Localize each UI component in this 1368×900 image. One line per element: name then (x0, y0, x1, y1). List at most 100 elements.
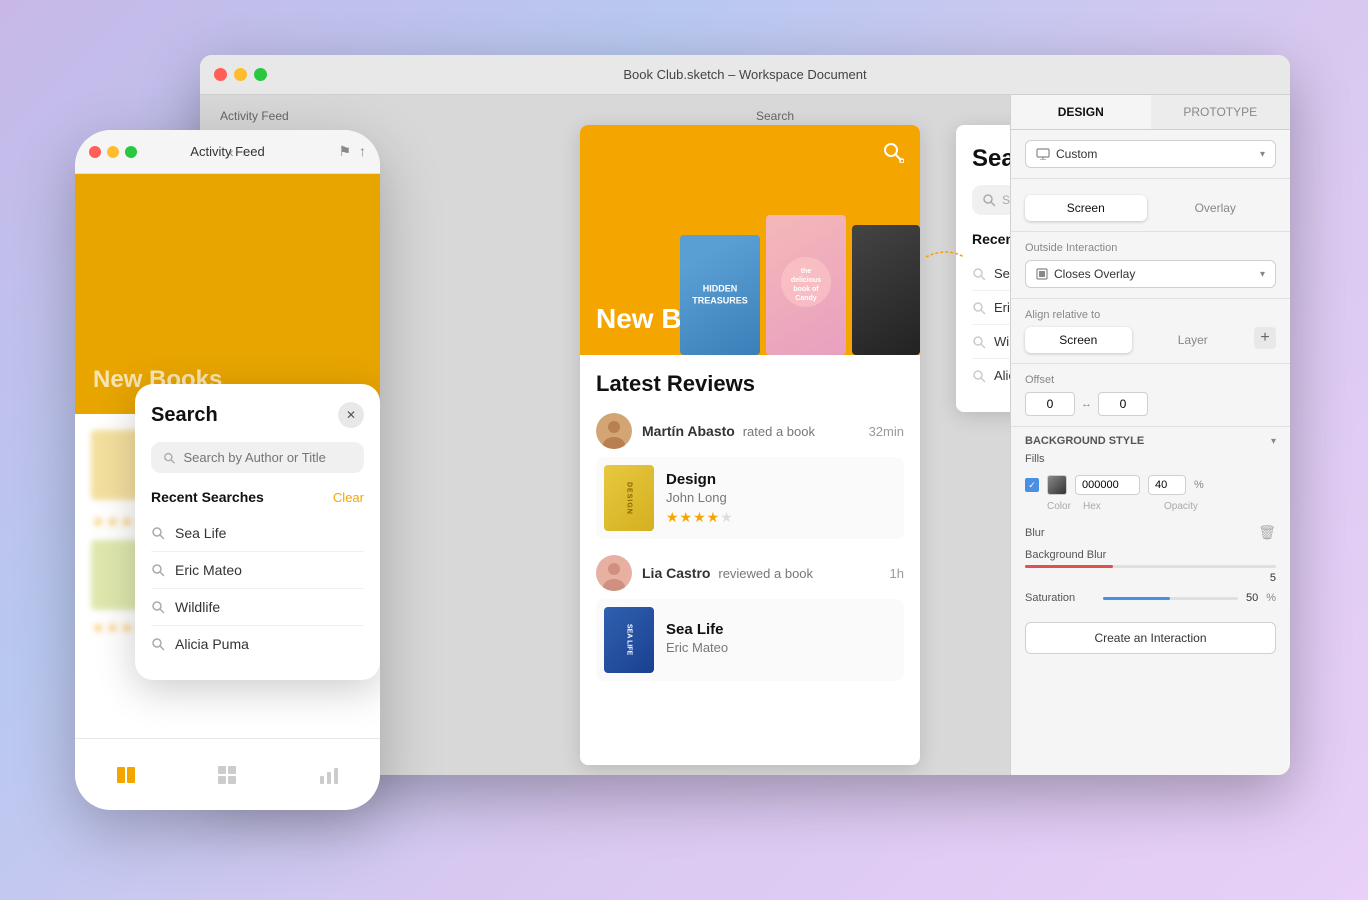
align-screen-btn[interactable]: Screen (1025, 327, 1132, 353)
offset-y-field[interactable]: 0 (1098, 392, 1148, 416)
search-frame-item-2-text: Eric Mateo (994, 300, 1010, 315)
search-frame-item-1: Sea Life (972, 257, 1010, 291)
nav-grid-icon[interactable] (213, 761, 241, 789)
search-mini-icon-1 (972, 267, 986, 281)
phone-search-popup: Search ✕ Recent Searches Clear Sea Li (135, 384, 380, 680)
activity-feed-canvas-label: Activity Feed (220, 109, 289, 123)
hero-book-1-text: HIDDEN TREASURES (692, 283, 748, 306)
book-title-1: Design (666, 471, 734, 488)
reviewer-name-1: Martín Abasto rated a book (642, 423, 815, 439)
traffic-lights (214, 68, 267, 81)
reviewer-avatar-2 (596, 555, 632, 591)
right-panel: DESIGN PROTOTYPE Custom ▾ (1010, 95, 1290, 775)
fill-color-swatch[interactable] (1047, 475, 1067, 495)
minimize-traffic-light[interactable] (234, 68, 247, 81)
search-frame-section-title: Recent Searches (972, 231, 1010, 247)
phone-maximize-light[interactable] (125, 146, 137, 158)
book-author-1: John Long (666, 490, 734, 505)
phone-hero: New Books (75, 174, 380, 414)
fill-hex-input[interactable] (1075, 475, 1140, 495)
popup-section-header: Recent Searches Clear (151, 489, 364, 505)
monitor-icon (1036, 148, 1050, 160)
popup-item-3-text: Wildlife (175, 599, 220, 615)
review-book-card-1: DESIGN Design John Long ★★★★★ (596, 457, 904, 539)
phone-title: Activity Feed (190, 144, 264, 159)
bg-blur-bar-fill (1025, 565, 1113, 568)
search-frame-item-4-text: Alicia Puma (994, 368, 1010, 383)
sketch-title: Book Club.sketch – Workspace Document (623, 67, 866, 82)
popup-title: Search (151, 404, 218, 427)
popup-clear-btn[interactable]: Clear (333, 490, 364, 505)
reviewer-info-2: Lia Castro reviewed a book (596, 555, 813, 591)
stars-1: ★★★★★ (666, 509, 734, 526)
phone-action-controls: ⚑ ↑ (338, 143, 366, 160)
popup-search-field (151, 442, 364, 473)
blur-row: Blur 🗑 (1011, 518, 1290, 547)
fills-row: ✓ % (1011, 469, 1290, 501)
align-label: Align relative to (1025, 309, 1276, 321)
popup-item-2-text: Eric Mateo (175, 562, 242, 578)
screen-overlay-row: Screen Overlay (1025, 195, 1276, 221)
nav-chart-icon[interactable] (315, 761, 343, 789)
chevron-down-overlay-icon: ▾ (1260, 269, 1265, 280)
phone-traffic-lights (89, 146, 137, 158)
background-style-header: BACKGROUND STYLE ▾ (1011, 427, 1290, 451)
popup-recent-item-4: Alicia Puma (151, 626, 364, 662)
blur-value-row: Background Blur 5 (1011, 547, 1290, 590)
blurred-book-1 (91, 430, 141, 500)
hero-book-3 (852, 225, 920, 355)
chevron-down-icon: ▾ (1260, 149, 1265, 160)
search-frame-item-1-text: Sea Life (994, 266, 1010, 281)
overlay-icon (1036, 268, 1048, 280)
nav-books-icon[interactable] (112, 761, 140, 789)
overlay-btn[interactable]: Overlay (1155, 195, 1277, 221)
popup-search-icon-2 (151, 563, 165, 577)
screen-btn[interactable]: Screen (1025, 195, 1147, 221)
closes-overlay-dropdown[interactable]: Closes Overlay ▾ (1025, 260, 1276, 288)
reviewer-avatar-1 (596, 413, 632, 449)
create-interaction-button[interactable]: Create an Interaction (1025, 622, 1276, 654)
popup-item-4-text: Alicia Puma (175, 636, 249, 652)
outside-interaction-label: Outside Interaction (1025, 242, 1276, 254)
fill-opacity-input[interactable] (1148, 475, 1186, 495)
phone-minimize-light[interactable] (107, 146, 119, 158)
offset-label: Offset (1025, 374, 1276, 386)
search-mini-icon-3 (972, 335, 986, 349)
hex-label: Hex (1083, 501, 1148, 512)
review-book-info-2: Sea Life Eric Mateo (666, 621, 728, 659)
custom-section: Custom ▾ (1011, 130, 1290, 179)
book-author-2: Eric Mateo (666, 640, 728, 655)
phone-close-light[interactable] (89, 146, 101, 158)
offset-x-field[interactable]: 0 (1025, 392, 1075, 416)
review-book-cover-2: SEA LIFE (604, 607, 654, 673)
custom-dropdown[interactable]: Custom ▾ (1025, 140, 1276, 168)
close-traffic-light[interactable] (214, 68, 227, 81)
add-offset-btn[interactable]: + (1254, 327, 1276, 349)
saturation-row: Saturation 50 % (1011, 590, 1290, 612)
popup-recent-item-2: Eric Mateo (151, 552, 364, 589)
hero-book-2-text: the delicious book of Candy (786, 263, 826, 307)
review-header-2: Lia Castro reviewed a book 1h (596, 555, 904, 591)
maximize-traffic-light[interactable] (254, 68, 267, 81)
phone-flag-icon[interactable]: ⚑ (338, 143, 351, 160)
saturation-value: 50 (1246, 592, 1258, 604)
bg-blur-value: 5 (1270, 572, 1276, 584)
align-layer-btn[interactable]: Layer (1140, 327, 1247, 353)
floating-phone: ‹ › Activity Feed ⚑ ↑ New Books ★★★★★ (75, 130, 380, 810)
review-item-1: Martín Abasto rated a book 32min DESIGN (596, 413, 904, 539)
trash-icon[interactable]: 🗑 (1258, 524, 1276, 541)
phone-share-icon[interactable]: ↑ (359, 143, 366, 160)
tab-prototype[interactable]: PROTOTYPE (1151, 95, 1291, 129)
sketch-titlebar: Book Club.sketch – Workspace Document (200, 55, 1290, 95)
fill-checkbox[interactable]: ✓ (1025, 478, 1039, 492)
main-hero: New Books HIDDEN TREASURES (580, 125, 920, 355)
saturation-label: Saturation (1025, 592, 1095, 604)
closes-overlay-label: Closes Overlay (1054, 267, 1260, 281)
popup-search-icon-3 (151, 600, 165, 614)
popup-close-btn[interactable]: ✕ (338, 402, 364, 428)
chevron-bg-style-icon: ▾ (1271, 436, 1276, 447)
opacity-label: Opacity (1164, 501, 1202, 512)
tab-design[interactable]: DESIGN (1011, 95, 1151, 129)
popup-section-title: Recent Searches (151, 489, 264, 505)
popup-search-input[interactable] (183, 450, 352, 465)
